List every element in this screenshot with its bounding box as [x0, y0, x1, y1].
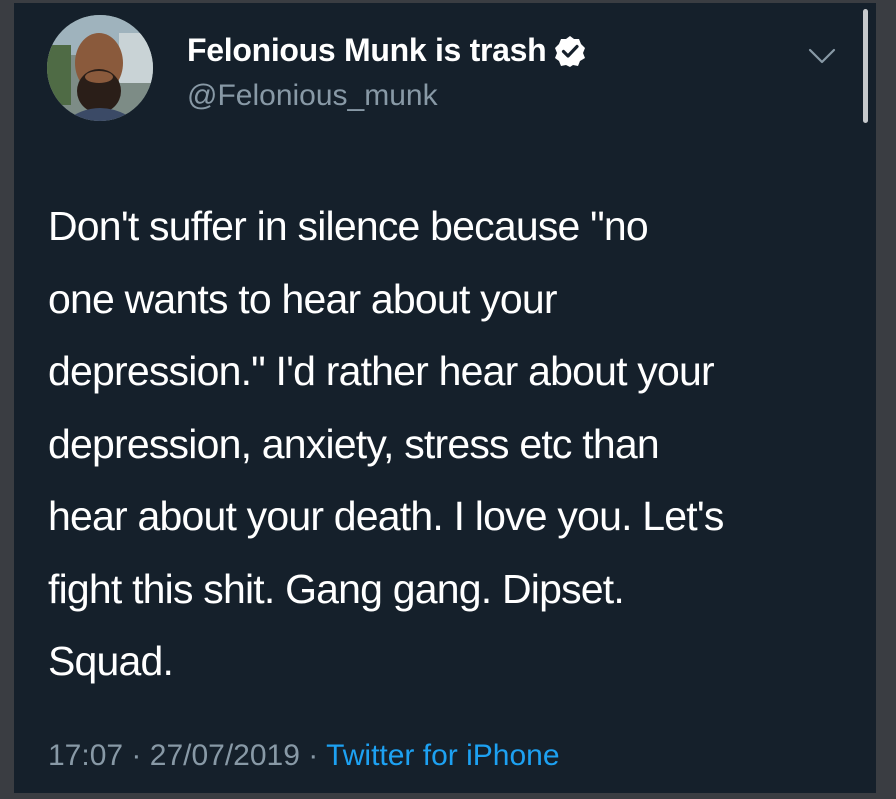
user-handle[interactable]: @Felonious_munk: [187, 79, 438, 113]
tweet-source-link[interactable]: Twitter for iPhone: [326, 739, 559, 772]
tweet-text-line: depression." I'd rather hear about your: [48, 348, 715, 394]
display-name-text: Felonious Munk is trash: [187, 32, 547, 68]
tweet-text-line: hear about your death. I love you. Let's: [48, 493, 724, 539]
tweet-card: Felonious Munk is trash @Felonious_munk …: [14, 3, 876, 793]
tweet-meta: 17:07 · 27/07/2019 · Twitter for iPhone: [48, 739, 560, 773]
tweet-date: 27/07/2019: [149, 739, 300, 772]
tweet-text-line: Squad.: [48, 638, 174, 684]
tweet-text: Don't suffer in silence because "no one …: [48, 190, 848, 698]
tweet-text-line: fight this shit. Gang gang. Dipset.: [48, 565, 625, 612]
meta-separator: ·: [131, 739, 142, 772]
chevron-down-icon[interactable]: [806, 43, 838, 67]
avatar[interactable]: [47, 15, 153, 121]
tweet-text-line: Don't suffer in silence because "no: [48, 203, 649, 249]
avatar-image: [47, 15, 153, 121]
scrollbar-thumb[interactable]: [863, 9, 868, 123]
display-name[interactable]: Felonious Munk is trash: [187, 32, 586, 69]
tweet-time: 17:07: [48, 739, 124, 772]
tweet-text-line: one wants to hear about your: [48, 275, 557, 322]
meta-separator: ·: [308, 739, 319, 772]
tweet-text-line: depression, anxiety, stress etc than: [48, 420, 660, 467]
verified-badge-icon: [554, 35, 586, 67]
